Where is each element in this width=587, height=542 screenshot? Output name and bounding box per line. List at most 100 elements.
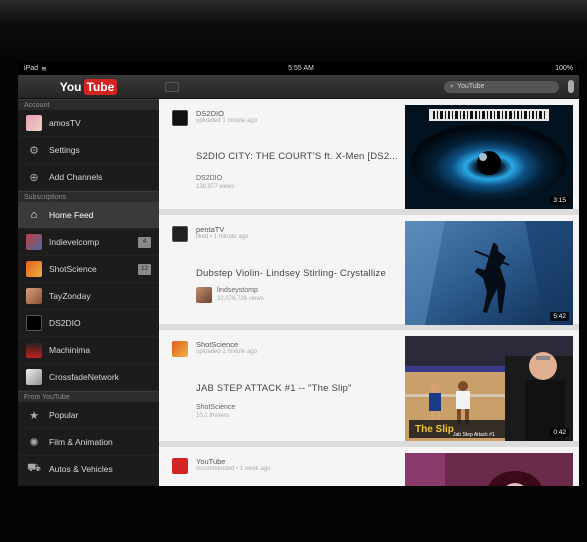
logo-you-text: You [59, 79, 82, 94]
unread-badge: 12 [138, 264, 151, 275]
sidebar-item-film-animation[interactable]: ✺ Film & Animation [18, 429, 159, 456]
feed-item[interactable]: YouTube recommended • 1 week ago [159, 447, 579, 486]
home-icon: ⌂ [30, 209, 38, 221]
channel-avatar-icon [26, 288, 42, 304]
search-input[interactable]: ⌕ YouTube [444, 81, 559, 93]
video-uploader[interactable]: DS2DIO [196, 175, 222, 182]
sidebar-item-shotscience[interactable]: ShotScience 12 [18, 256, 159, 283]
clock: 5:55 AM [288, 65, 314, 72]
feed-channel-name[interactable]: pentaTV [196, 225, 224, 234]
video-title[interactable]: S2DIO CITY: THE COURT'S ft. X-Men [DS2..… [196, 151, 398, 162]
sidebar-item-crossfadenetwork[interactable]: CrossfadeNetwork [18, 364, 159, 391]
feed-activity-meta: uploaded 1 minute ago [196, 118, 258, 124]
from-youtube-section-header: From YouTube [18, 391, 159, 402]
battery-label: 100% [555, 65, 573, 72]
feed-channel-name[interactable]: ShotScience [196, 340, 238, 349]
sidebar-item-label: Settings [49, 145, 80, 155]
sidebar-item-label: Indievelcomp [49, 237, 100, 247]
feed-activity-meta: uploaded 1 minute ago [196, 349, 258, 355]
sidebar-item-label: Machinima [49, 345, 91, 355]
sidebar-item-add-channels[interactable]: ⊕ Add Channels [18, 164, 159, 191]
sidebar-item-label: Autos & Vehicles [49, 464, 113, 474]
video-views: 138,977 views [196, 184, 235, 190]
avatar-icon [26, 115, 42, 131]
mic-icon[interactable] [568, 80, 574, 93]
video-duration: 5:42 [550, 312, 569, 321]
channel-avatar-icon [172, 110, 188, 126]
sidebar-item-label: ShotScience [49, 264, 97, 274]
feed-item[interactable]: ShotScience uploaded 1 minute ago JAB ST… [159, 330, 579, 447]
sidebar-item-indievelcomp[interactable]: Indievelcomp 4 [18, 229, 159, 256]
feed-channel-name[interactable]: DS2DIO [196, 109, 224, 118]
video-title[interactable]: Dubstep Violin- Lindsey Stirling- Crysta… [196, 268, 386, 279]
feed-item[interactable]: DS2DIO uploaded 1 minute ago S2DIO CITY:… [159, 99, 579, 215]
video-title[interactable]: JAB STEP ATTACK #1 -- "The Slip" [196, 383, 352, 394]
uploader-avatar-icon [196, 287, 212, 303]
device-frame-top [0, 0, 587, 62]
video-views: 10.1 thviews [196, 413, 230, 419]
gear-icon: ⚙ [29, 144, 39, 157]
youtube-channel-icon [172, 458, 188, 474]
video-uploader[interactable]: lindseystomp [217, 287, 258, 294]
video-uploader[interactable]: ShotScience [196, 404, 235, 411]
ipad-screen: iPad ≋ 5:55 AM 100% You Tube Account amo… [18, 62, 579, 486]
feed-activity-meta: liked • 1 minute ago [196, 234, 249, 240]
home-feed: DS2DIO uploaded 1 minute ago S2DIO CITY:… [159, 99, 579, 486]
feed-activity-meta: recommended • 1 week ago [196, 466, 271, 472]
film-icon: ✺ [29, 436, 39, 449]
feed-channel-name[interactable]: YouTube [196, 457, 225, 466]
video-thumbnail[interactable]: 5:42 [405, 221, 573, 325]
status-bar: iPad ≋ 5:55 AM 100% [18, 62, 579, 75]
sidebar-item-ds2dio[interactable]: DS2DIO [18, 310, 159, 337]
add-icon: ⊕ [29, 171, 39, 184]
sidebar-item-label: CrossfadeNetwork [49, 372, 119, 382]
star-icon: ★ [29, 409, 39, 422]
device-frame-right [579, 62, 587, 486]
channel-avatar-icon [26, 234, 42, 250]
sidebar-item-account[interactable]: amosTV [18, 110, 159, 137]
sidebar-item-popular[interactable]: ★ Popular [18, 402, 159, 429]
channel-avatar-icon [26, 369, 42, 385]
carrier-label: iPad [24, 65, 39, 72]
car-icon: ⛟ [27, 462, 41, 474]
sidebar-item-machinima[interactable]: Machinima [18, 337, 159, 364]
sidebar: You Tube Account amosTV ⚙ Settings ⊕ Add… [18, 75, 159, 486]
wifi-icon: ≋ [41, 65, 47, 73]
video-thumbnail[interactable]: The Slip Jab Step Attack #1 0:42 [405, 336, 573, 441]
channel-avatar-icon [172, 226, 188, 242]
subscriptions-section-header: Subscriptions [18, 191, 159, 202]
video-thumbnail[interactable] [405, 453, 573, 486]
sidebar-item-settings[interactable]: ⚙ Settings [18, 137, 159, 164]
basketball-thumbnail-image: The Slip Jab Step Attack #1 [405, 336, 573, 441]
video-views: 32,076,726 views [217, 296, 264, 302]
sidebar-item-label: Popular [49, 410, 79, 420]
video-thumbnail[interactable]: 3:15 [405, 105, 573, 209]
sidebar-item-label: TayZonday [49, 291, 91, 301]
sidebar-item-label: Add Channels [49, 172, 103, 182]
youtube-logo[interactable]: You Tube [59, 78, 118, 95]
sidebar-item-tayzonday[interactable]: TayZonday [18, 283, 159, 310]
eye-thumbnail-image [405, 105, 573, 209]
top-bar: ⌕ YouTube [159, 75, 579, 99]
thumb-title-text: The Slip [415, 424, 454, 435]
account-section-header: Account [18, 99, 159, 110]
channel-avatar-icon [26, 261, 42, 277]
sidebar-item-label: amosTV [49, 118, 81, 128]
device-frame-bottom [0, 486, 587, 542]
violinist-thumbnail-image [405, 221, 573, 325]
video-duration: 3:15 [550, 196, 569, 205]
sidebar-item-home-feed[interactable]: ⌂ Home Feed [18, 202, 159, 229]
search-placeholder: YouTube [456, 83, 485, 90]
device-frame-left [0, 62, 18, 486]
sidebar-item-autos-vehicles[interactable]: ⛟ Autos & Vehicles [18, 456, 159, 483]
partial-thumbnail-image [405, 453, 573, 486]
sidebar-item-label: DS2DIO [49, 318, 81, 328]
sidebar-toggle-button[interactable] [165, 81, 179, 92]
feed-item[interactable]: pentaTV liked • 1 minute ago Dubstep Vio… [159, 215, 579, 330]
channel-avatar-icon [172, 341, 188, 357]
thumb-subtitle-text: Jab Step Attack #1 [453, 432, 495, 438]
sidebar-item-label: Home Feed [49, 210, 94, 220]
channel-avatar-icon [26, 342, 42, 358]
video-duration: 0:42 [550, 428, 569, 437]
search-icon: ⌕ [450, 83, 454, 90]
